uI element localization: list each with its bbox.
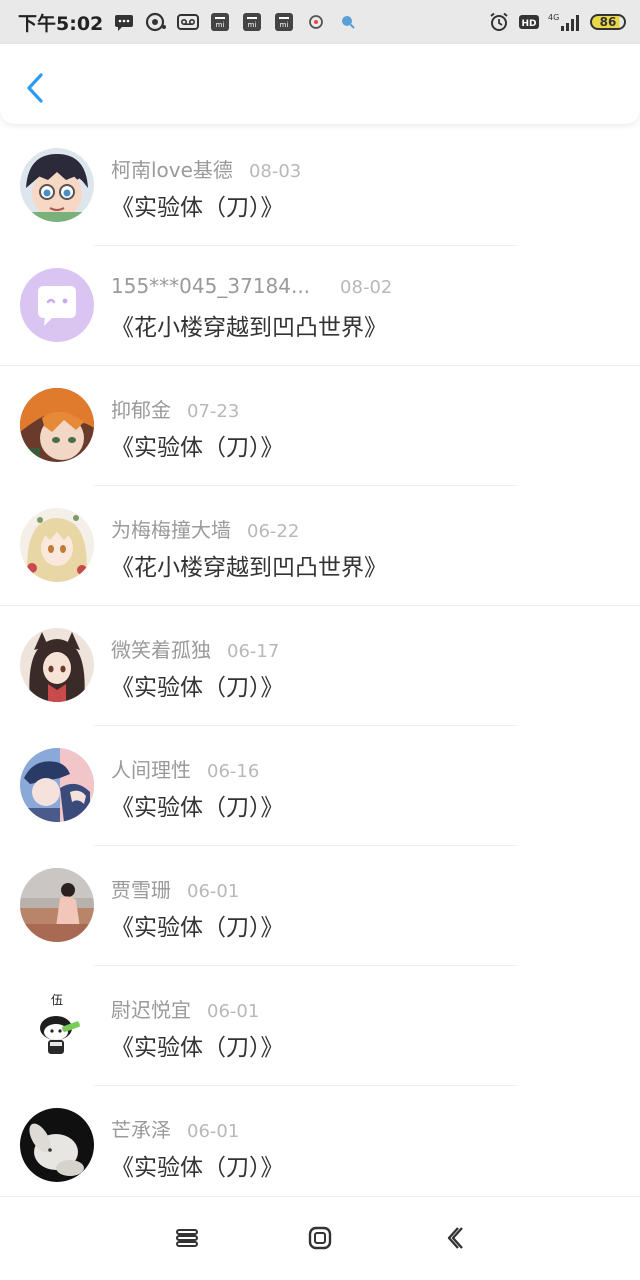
avatar-text: 伍 [51, 993, 63, 1007]
status-time: 下午5:02 [18, 12, 104, 35]
comment-meta: 尉迟悦宜 06-01 [111, 994, 259, 1023]
comment-meta: 芒承泽 06-01 [111, 1114, 239, 1143]
comment-meta: 为梅梅撞大墙 06-22 [111, 514, 299, 543]
message-icon [113, 12, 135, 32]
date: 07-23 [187, 401, 240, 422]
menu-button[interactable] [172, 1223, 202, 1253]
date: 06-01 [187, 1121, 240, 1142]
date: 08-03 [248, 161, 302, 182]
network-label: 4G [548, 13, 559, 22]
avatar-anime-orange-hair[interactable] [20, 388, 94, 462]
status-bar: 下午5:02 mi mi mi HD 4G 86 [0, 0, 640, 44]
app-header [0, 44, 640, 124]
alarm-icon [488, 12, 510, 32]
svg-text:mi: mi [216, 21, 225, 29]
date: 08-02 [340, 277, 393, 298]
search-app-icon [337, 12, 359, 32]
date: 06-17 [227, 641, 280, 662]
avatar-anime-girl-dark-hair[interactable] [20, 628, 94, 702]
home-icon [308, 1226, 332, 1250]
book-title[interactable]: 《实验体（刀）》 [111, 428, 284, 462]
book-title[interactable]: 《实验体（刀）》 [111, 908, 284, 942]
battery-icon: 86 [590, 14, 626, 30]
list-item[interactable]: 微笑着孤独 06-17 《实验体（刀）》 [0, 606, 640, 726]
username[interactable]: 微笑着孤独 [111, 634, 211, 663]
signal-icon: 4G [548, 12, 582, 32]
book-title[interactable]: 《实验体（刀）》 [111, 1028, 284, 1062]
status-icons-left: mi mi mi [113, 12, 359, 32]
book-title[interactable]: 《实验体（刀）》 [111, 788, 284, 822]
back-button[interactable] [20, 70, 50, 106]
list-item[interactable]: 伍 尉迟悦宜 06-01 《实验体（刀）》 [0, 966, 640, 1086]
mi-icon: mi [241, 12, 263, 32]
avatar-default-chat[interactable] [20, 268, 94, 342]
svg-text:mi: mi [280, 21, 289, 29]
username[interactable]: 为梅梅撞大墙 [111, 514, 231, 543]
menu-icon [176, 1229, 198, 1247]
list-item[interactable]: 贾雪珊 06-01 《实验体（刀）》 [0, 846, 640, 966]
back-nav-button[interactable] [440, 1223, 470, 1253]
book-title[interactable]: 《花小楼穿越到凹凸世界》 [111, 548, 387, 582]
username[interactable]: 抑郁金 [111, 394, 171, 423]
comment-meta: 贾雪珊 06-01 [111, 874, 239, 903]
list-item[interactable]: 芒承泽 06-01 《实验体（刀）》 [0, 1086, 640, 1206]
avatar-anime-girl-blonde[interactable] [20, 508, 94, 582]
avatar-anime-boy-glasses[interactable] [20, 148, 94, 222]
avatar-anime-blue-hat[interactable] [20, 748, 94, 822]
comment-meta: 抑郁金 07-23 [111, 394, 239, 423]
username[interactable]: 芒承泽 [111, 1114, 171, 1143]
date: 06-16 [207, 761, 260, 782]
book-title[interactable]: 《花小楼穿越到凹凸世界》 [111, 308, 387, 342]
voicemail-icon [177, 12, 200, 32]
comment-meta: 微笑着孤独 06-17 [111, 634, 279, 663]
book-title[interactable]: 《实验体（刀）》 [111, 668, 284, 702]
date: 06-01 [207, 1001, 260, 1022]
book-title[interactable]: 《实验体（刀）》 [111, 188, 284, 222]
list-item[interactable]: 155***045_37184... 08-02 《花小楼穿越到凹凸世界》 [0, 246, 640, 366]
username[interactable]: 人间理性 [111, 754, 191, 783]
home-button[interactable] [305, 1223, 335, 1253]
status-icons-right: HD 4G 86 [488, 12, 626, 32]
comment-meta: 柯南love基德 08-03 [111, 154, 301, 183]
comment-meta: 人间理性 06-16 [111, 754, 259, 783]
list-item[interactable]: 抑郁金 07-23 《实验体（刀）》 [0, 366, 640, 486]
back-icon [447, 1227, 463, 1249]
avatar-photo-girl[interactable] [20, 868, 94, 942]
list-item[interactable]: 人间理性 06-16 《实验体（刀）》 [0, 726, 640, 846]
chevron-left-icon [27, 73, 43, 103]
mi-icon: mi [273, 12, 295, 32]
username[interactable]: 尉迟悦宜 [111, 994, 191, 1023]
username[interactable]: 柯南love基德 [111, 154, 233, 183]
app-icon [305, 12, 327, 32]
username[interactable]: 155***045_37184... [111, 274, 310, 298]
avatar-cartoon-sticker[interactable]: 伍 [20, 988, 94, 1062]
system-nav-bar [0, 1196, 640, 1280]
mi-icon: mi [209, 12, 231, 32]
svg-text:mi: mi [248, 21, 257, 29]
hd-icon: HD [518, 12, 540, 32]
chat-icon [145, 12, 167, 32]
list-item[interactable]: 为梅梅撞大墙 06-22 《花小楼穿越到凹凸世界》 [0, 486, 640, 606]
comment-meta: 155***045_37184... 08-02 [111, 274, 392, 298]
date: 06-22 [247, 521, 300, 542]
avatar-plush-bunny[interactable] [20, 1108, 94, 1182]
hd-label: HD [521, 19, 536, 29]
list-item[interactable]: 柯南love基德 08-03 《实验体（刀）》 [0, 126, 640, 246]
date: 06-01 [187, 881, 240, 902]
username[interactable]: 贾雪珊 [111, 874, 171, 903]
screen: 下午5:02 mi mi mi HD 4G 86 柯南love基德 08-03 … [0, 0, 640, 1280]
book-title[interactable]: 《实验体（刀）》 [111, 1148, 284, 1182]
comment-list: 柯南love基德 08-03 《实验体（刀）》 155***045_37184.… [0, 126, 640, 1206]
